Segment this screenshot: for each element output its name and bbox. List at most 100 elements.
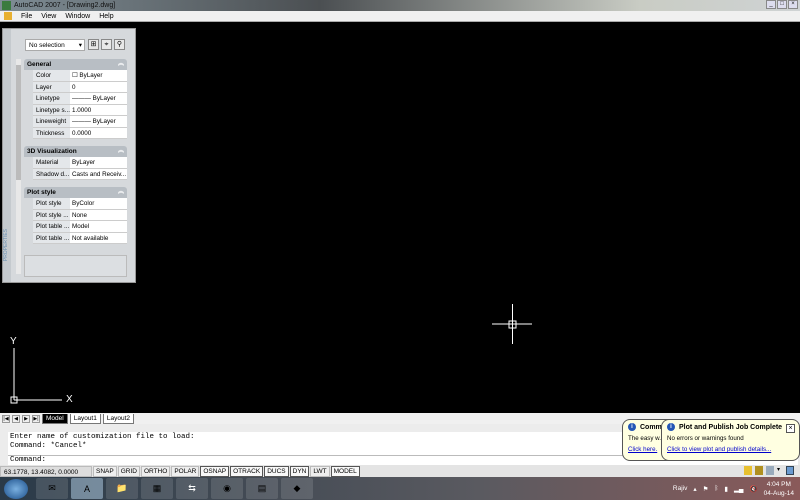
start-button[interactable] — [4, 478, 28, 499]
lwt-toggle[interactable]: LWT — [310, 465, 330, 477]
prop-value[interactable]: ByColor — [70, 198, 127, 209]
toggle-pickadd-icon[interactable]: ⊞ — [88, 39, 99, 50]
title-bar: AutoCAD 2007 - [Drawing2.dwg] _ □ × — [0, 0, 800, 11]
bluetooth-icon[interactable]: ᛒ — [714, 485, 718, 492]
prop-row[interactable]: Plot style ... None — [33, 209, 127, 221]
clock[interactable]: 4:04 PM 04-Aug-14 — [764, 480, 794, 498]
prop-key: Material — [33, 157, 70, 168]
palette-scrollbar[interactable] — [16, 59, 21, 274]
volume-muted-icon[interactable]: 🔇 — [750, 485, 758, 493]
sync-taskbar-icon[interactable]: ⇆ — [176, 478, 208, 499]
coordinates-readout: 63.1778, 13.4082, 0.0000 — [0, 465, 92, 477]
snap-toggle[interactable]: SNAP — [93, 465, 117, 477]
prop-key: Plot table ... — [33, 232, 70, 243]
prop-value[interactable]: Casts and Receiv... — [70, 168, 127, 179]
explorer-taskbar-icon[interactable]: 📁 — [106, 478, 138, 499]
first-tab-button[interactable]: |◀ — [2, 414, 10, 423]
menu-window[interactable]: Window — [65, 13, 90, 20]
ucs-x-label: X — [66, 394, 73, 405]
section-header[interactable]: 3D Visualization — [24, 146, 127, 157]
prop-key: Color — [33, 70, 70, 81]
grid-toggle[interactable]: GRID — [117, 465, 140, 477]
prop-key: Plot table ... — [33, 221, 70, 232]
prop-row[interactable]: Plot table ... Not available — [33, 232, 127, 244]
prev-tab-button[interactable]: ◀ — [12, 414, 20, 423]
prop-value[interactable]: ByLayer — [70, 157, 127, 168]
action-center-icon[interactable]: ⚑ — [703, 485, 709, 493]
document-icon — [4, 12, 12, 20]
prop-value[interactable]: ——— ByLayer — [70, 116, 127, 127]
selection-dropdown[interactable]: No selection — [25, 39, 85, 51]
prop-row[interactable]: Color ☐ ByLayer — [33, 70, 127, 82]
last-tab-button[interactable]: ▶| — [32, 414, 40, 423]
quick-select-icon[interactable]: ⚲ — [114, 39, 125, 50]
tab-layout1[interactable]: Layout1 — [69, 413, 101, 424]
prop-row[interactable]: Lineweight ——— ByLayer — [33, 116, 127, 128]
maximize-button[interactable]: □ — [777, 0, 787, 9]
clean-screen-icon[interactable] — [786, 466, 794, 475]
system-tray: Rajiv ▴ ⚑ ᛒ ▮ ▂▄ 🔇 4:04 PM 04-Aug-14 — [673, 477, 800, 500]
prop-value[interactable]: 0 — [70, 81, 127, 92]
osnap-toggle[interactable]: OSNAP — [200, 465, 230, 477]
prop-key: Linetype — [33, 93, 70, 104]
dyn-toggle[interactable]: DYN — [289, 465, 310, 477]
prop-key: Plot style — [33, 198, 70, 209]
network-icon[interactable]: ▂▄ — [734, 485, 744, 493]
communication-center-icon[interactable] — [744, 466, 752, 475]
polar-toggle[interactable]: POLAR — [171, 465, 200, 477]
outlook-taskbar-icon[interactable]: ✉ — [36, 478, 68, 499]
section-header[interactable]: General — [24, 59, 127, 70]
plot-details-link[interactable]: Click to view plot and publish details..… — [667, 446, 794, 453]
menu-help[interactable]: Help — [99, 13, 113, 20]
prop-value[interactable]: ——— ByLayer — [70, 93, 127, 104]
menu-file[interactable]: File — [21, 13, 32, 20]
prop-row[interactable]: Plot style ByColor — [33, 198, 127, 210]
prop-value[interactable]: 1.0000 — [70, 104, 127, 115]
prop-row[interactable]: Linetype ——— ByLayer — [33, 93, 127, 105]
prop-row[interactable]: Plot table ... Model — [33, 221, 127, 233]
sticky-notes-taskbar-icon[interactable]: ▤ — [246, 478, 278, 499]
minimize-button[interactable]: _ — [766, 0, 776, 9]
balloon-text: No errors or warnings found — [667, 435, 744, 442]
autocad-app-icon — [2, 1, 11, 10]
prop-row[interactable]: Layer 0 — [33, 81, 127, 93]
prop-row[interactable]: Linetype s... 1.0000 — [33, 104, 127, 116]
scroll-thumb[interactable] — [16, 65, 21, 180]
menu-view[interactable]: View — [41, 13, 56, 20]
prop-value[interactable]: Not available — [70, 232, 127, 243]
tab-model[interactable]: Model — [42, 413, 68, 424]
bluestacks-taskbar-icon[interactable]: ◆ — [281, 478, 313, 499]
prop-row[interactable]: Material ByLayer — [33, 157, 127, 169]
menu-bar: File View Window Help — [0, 11, 800, 22]
tab-layout2[interactable]: Layout2 — [102, 413, 134, 424]
select-objects-icon[interactable]: ⌖ — [101, 39, 112, 50]
section-header[interactable]: Plot style — [24, 187, 127, 198]
plot-status-icon[interactable] — [766, 466, 774, 475]
status-menu-arrow-icon[interactable]: ▾ — [777, 466, 783, 475]
power-icon[interactable]: ▮ — [724, 485, 728, 493]
description-box — [24, 255, 127, 277]
status-bar: 63.1778, 13.4082, 0.0000 SNAP GRID ORTHO… — [0, 465, 800, 477]
section-general: General Color☐ ByLayer Layer0 Linetype——… — [24, 59, 127, 139]
ducs-toggle[interactable]: DUCS — [264, 465, 289, 477]
prop-row[interactable]: Thickness 0.0000 — [33, 127, 127, 139]
autocad-taskbar-icon[interactable]: A — [71, 478, 103, 499]
palette-label: PROPERTIES — [3, 229, 9, 262]
prop-value[interactable]: Model — [70, 221, 127, 232]
prop-row[interactable]: Shadow d... Casts and Receiv... — [33, 168, 127, 180]
media-taskbar-icon[interactable]: ▦ — [141, 478, 173, 499]
chrome-taskbar-icon[interactable]: ◉ — [211, 478, 243, 499]
next-tab-button[interactable]: ▶ — [22, 414, 30, 423]
close-button[interactable]: × — [788, 0, 798, 9]
ortho-toggle[interactable]: ORTHO — [140, 465, 171, 477]
prop-value[interactable]: ☐ ByLayer — [70, 70, 127, 81]
prop-value[interactable]: None — [70, 209, 127, 220]
lock-icon[interactable] — [755, 466, 763, 475]
prop-key: Shadow d... — [33, 168, 70, 179]
window-title: AutoCAD 2007 - [Drawing2.dwg] — [14, 2, 116, 9]
model-toggle[interactable]: MODEL — [330, 465, 360, 477]
show-hidden-icons[interactable]: ▴ — [693, 485, 696, 493]
otrack-toggle[interactable]: OTRACK — [230, 465, 264, 477]
prop-value[interactable]: 0.0000 — [70, 127, 127, 138]
close-balloon-button[interactable]: × — [786, 424, 795, 433]
